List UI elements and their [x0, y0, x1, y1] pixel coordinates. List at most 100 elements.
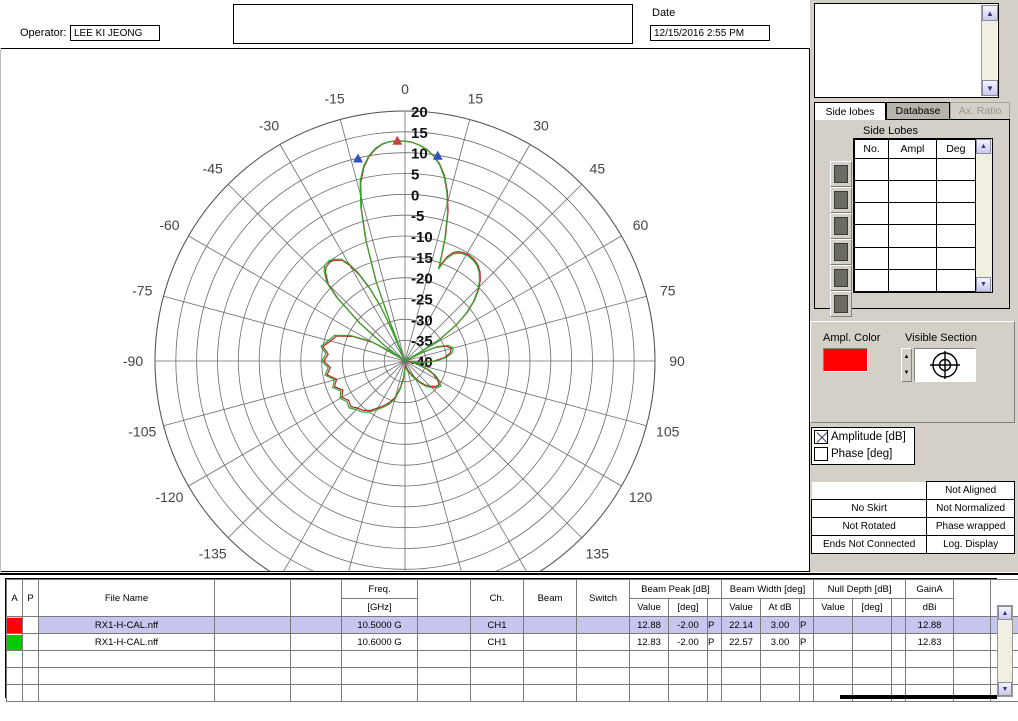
- cell-beam[interactable]: [523, 633, 577, 651]
- date-input[interactable]: 12/15/2016 2:55 PM: [650, 25, 770, 41]
- cell-bp-deg[interactable]: -2.00: [668, 633, 708, 651]
- cell-deg[interactable]: [935, 180, 977, 204]
- cell-empty[interactable]: [629, 650, 669, 668]
- cell-deg[interactable]: [935, 224, 977, 248]
- cell-empty[interactable]: [214, 650, 291, 668]
- cell-empty[interactable]: [341, 650, 418, 668]
- cell-empty[interactable]: [38, 650, 215, 668]
- cell-nd-value[interactable]: [813, 633, 854, 651]
- table-row[interactable]: [853, 180, 977, 204]
- cell-beam[interactable]: [523, 616, 577, 634]
- cell-nd-deg[interactable]: [852, 616, 893, 634]
- scroll-up-icon[interactable]: ▲: [976, 139, 991, 154]
- column-header-switch[interactable]: Switch: [576, 579, 630, 617]
- table-row[interactable]: [853, 157, 977, 182]
- measurements-table-body[interactable]: RX1-H-CAL.nff 10.5000 G CH1 12.88 -2.00 P 22.1…: [6, 616, 1018, 702]
- status-cell-not-aligned[interactable]: Not Aligned: [926, 481, 1015, 500]
- checkbox-phase[interactable]: Phase [deg]: [814, 447, 892, 461]
- cell-switch[interactable]: [576, 616, 630, 634]
- scroll-down-icon[interactable]: ▼: [998, 682, 1012, 696]
- row-active-color-swatch[interactable]: [6, 633, 23, 651]
- cell-nd-flag[interactable]: [891, 633, 907, 651]
- status-cell-no-skirt[interactable]: No Skirt: [810, 499, 928, 518]
- cell-empty[interactable]: [891, 667, 907, 685]
- cell-ch[interactable]: CH1: [470, 616, 524, 634]
- cell-no[interactable]: [853, 202, 890, 226]
- side-lobe-color-buttons[interactable]: [830, 161, 852, 317]
- notes-scrollbar[interactable]: ▲ ▼: [981, 5, 998, 96]
- cell-empty[interactable]: [523, 667, 577, 685]
- table-row[interactable]: RX1-H-CAL.nff 10.6000 G CH1 12.83 -2.00 P 22.5…: [6, 633, 1018, 651]
- row-phase-color-swatch[interactable]: [22, 616, 39, 634]
- cell-empty[interactable]: [905, 650, 955, 668]
- table-row[interactable]: RX1-H-CAL.nff 10.5000 G CH1 12.88 -2.00 P 22.1…: [6, 616, 1018, 634]
- scroll-up-icon[interactable]: ▲: [982, 5, 998, 21]
- status-cell-phase-wrapped[interactable]: Phase wrapped: [926, 517, 1015, 536]
- cell-deg[interactable]: [935, 157, 977, 182]
- column-header-ch[interactable]: Ch.: [470, 579, 524, 617]
- cell-empty[interactable]: [290, 667, 342, 685]
- scroll-down-icon[interactable]: ▼: [982, 80, 998, 96]
- cell-ampl[interactable]: [888, 246, 937, 270]
- cell-gain-dbi[interactable]: 12.88: [905, 616, 955, 634]
- cell-empty[interactable]: [852, 650, 893, 668]
- checkbox-amplitude[interactable]: Amplitude [dB]: [814, 430, 906, 444]
- cell-nd-deg[interactable]: [852, 633, 893, 651]
- cell-blank-1[interactable]: [214, 633, 291, 651]
- column-header-null-depth[interactable]: Null Depth [dB]: [813, 579, 907, 599]
- side-lobe-color-button[interactable]: [830, 265, 852, 291]
- table-row[interactable]: [853, 268, 977, 293]
- cell-bw-atdb[interactable]: 3.00: [760, 616, 800, 634]
- cell-bp-flag[interactable]: P: [707, 616, 722, 634]
- spinner-up-icon[interactable]: ▲: [902, 349, 911, 365]
- column-header-freq[interactable]: Freq.: [341, 579, 418, 599]
- tab-ax-ratio[interactable]: Ax. Ratio: [950, 102, 1010, 119]
- cell-file-name[interactable]: RX1-H-CAL.nff: [38, 633, 215, 651]
- cell-ampl[interactable]: [888, 224, 937, 248]
- table-horizontal-scrollbar[interactable]: [5, 695, 997, 705]
- cell-empty[interactable]: [953, 650, 992, 668]
- cell-no[interactable]: [853, 180, 890, 204]
- cell-ampl[interactable]: [888, 180, 937, 204]
- cell-empty[interactable]: [38, 667, 215, 685]
- checkbox-unchecked-icon[interactable]: [814, 447, 828, 461]
- cell-nd-value[interactable]: [813, 616, 854, 634]
- cell-nd-flag[interactable]: [891, 616, 907, 634]
- cell-no[interactable]: [853, 224, 890, 248]
- measurements-table[interactable]: A P File Name Freq. Ch. Beam Switch Beam…: [6, 579, 1018, 702]
- cell-empty[interactable]: [953, 667, 992, 685]
- cell-empty[interactable]: [668, 667, 708, 685]
- cell-no[interactable]: [853, 246, 890, 270]
- cell-empty[interactable]: [707, 650, 722, 668]
- cell-empty[interactable]: [760, 650, 800, 668]
- ampl-color-swatch[interactable]: [823, 348, 868, 372]
- cell-empty[interactable]: [905, 667, 955, 685]
- status-cell-ends-not-connected[interactable]: Ends Not Connected: [810, 535, 928, 554]
- cell-empty[interactable]: [668, 650, 708, 668]
- row-phase-color-swatch[interactable]: [22, 633, 39, 651]
- cell-empty[interactable]: [891, 650, 907, 668]
- side-lobe-color-button[interactable]: [830, 213, 852, 239]
- table-row-empty[interactable]: [6, 667, 1018, 685]
- cell-file-name[interactable]: RX1-H-CAL.nff: [38, 616, 215, 634]
- cell-empty[interactable]: [760, 667, 800, 685]
- cell-tail-1[interactable]: [953, 616, 992, 634]
- cell-empty[interactable]: [813, 650, 854, 668]
- cell-empty[interactable]: [721, 650, 761, 668]
- cell-blank-1[interactable]: [214, 616, 291, 634]
- column-header-beam-peak[interactable]: Beam Peak [dB]: [629, 579, 722, 599]
- side-lobes-scrollbar[interactable]: ▲ ▼: [975, 139, 992, 292]
- cell-ampl[interactable]: [888, 157, 937, 182]
- cell-empty[interactable]: [470, 650, 524, 668]
- cell-empty[interactable]: [417, 667, 471, 685]
- cell-bp-flag[interactable]: P: [707, 633, 722, 651]
- table-vertical-scrollbar[interactable]: ▲ ▼: [997, 605, 1013, 697]
- cell-bp-value[interactable]: 12.83: [629, 633, 669, 651]
- cell-freq[interactable]: 10.5000 G: [341, 616, 418, 634]
- cell-bw-flag[interactable]: P: [798, 633, 815, 651]
- cell-empty[interactable]: [22, 667, 39, 685]
- cell-empty[interactable]: [576, 667, 630, 685]
- cell-blank-2[interactable]: [290, 633, 342, 651]
- side-lobe-color-button[interactable]: [830, 291, 852, 317]
- cell-bp-deg[interactable]: -2.00: [668, 616, 708, 634]
